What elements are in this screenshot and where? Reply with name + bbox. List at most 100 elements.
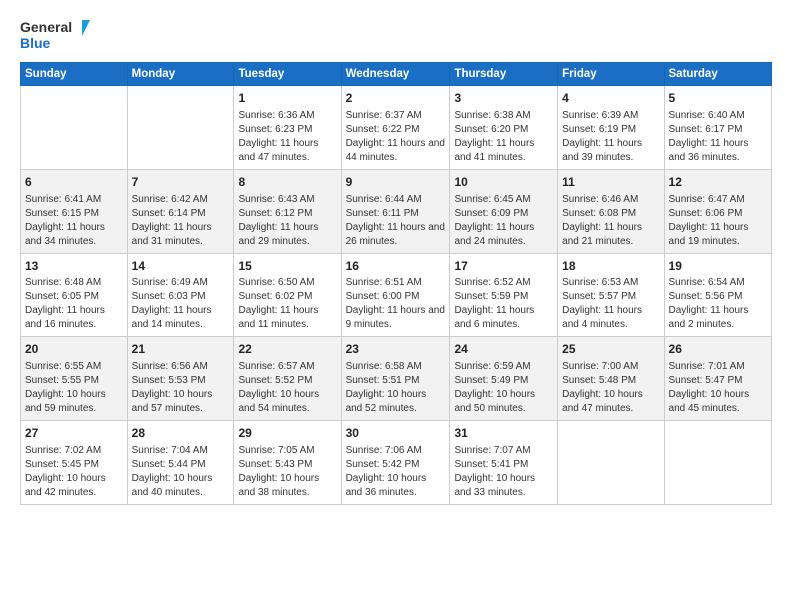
day-header-wednesday: Wednesday bbox=[341, 63, 450, 86]
day-info: Sunrise: 6:48 AM Sunset: 6:05 PM Dayligh… bbox=[25, 276, 123, 332]
day-info: Sunrise: 6:56 AM Sunset: 5:53 PM Dayligh… bbox=[132, 360, 230, 416]
calendar-cell: 16Sunrise: 6:51 AM Sunset: 6:00 PM Dayli… bbox=[341, 253, 450, 337]
day-number: 4 bbox=[562, 90, 659, 107]
calendar-cell: 18Sunrise: 6:53 AM Sunset: 5:57 PM Dayli… bbox=[558, 253, 664, 337]
day-header-friday: Friday bbox=[558, 63, 664, 86]
day-info: Sunrise: 6:47 AM Sunset: 6:06 PM Dayligh… bbox=[669, 193, 767, 249]
day-number: 20 bbox=[25, 341, 123, 358]
day-number: 12 bbox=[669, 174, 767, 191]
day-header-thursday: Thursday bbox=[450, 63, 558, 86]
calendar-week-2: 6Sunrise: 6:41 AM Sunset: 6:15 PM Daylig… bbox=[21, 169, 772, 253]
day-info: Sunrise: 6:53 AM Sunset: 5:57 PM Dayligh… bbox=[562, 276, 659, 332]
calendar-cell: 14Sunrise: 6:49 AM Sunset: 6:03 PM Dayli… bbox=[127, 253, 234, 337]
logo-svg: General Blue bbox=[20, 16, 90, 52]
day-info: Sunrise: 7:01 AM Sunset: 5:47 PM Dayligh… bbox=[669, 360, 767, 416]
calendar-cell: 29 Sunrise: 7:05 AM Sunset: 5:43 PM Dayli… bbox=[234, 421, 341, 505]
day-number: 30 bbox=[346, 425, 446, 442]
logo: General Blue bbox=[20, 16, 90, 52]
calendar-cell: 31 Sunrise: 7:07 AM Sunset: 5:41 PM Dayli… bbox=[450, 421, 558, 505]
day-number: 11 bbox=[562, 174, 659, 191]
day-number: 22 bbox=[238, 341, 336, 358]
day-number: 9 bbox=[346, 174, 446, 191]
calendar-cell: 26 Sunrise: 7:01 AM Sunset: 5:47 PM Dayli… bbox=[664, 337, 771, 421]
header: General Blue bbox=[20, 16, 772, 52]
calendar-cell: 12 Sunrise: 6:47 AM Sunset: 6:06 PM Dayli… bbox=[664, 169, 771, 253]
day-number: 13 bbox=[25, 258, 123, 275]
calendar-cell: 24 Sunrise: 6:59 AM Sunset: 5:49 PM Dayli… bbox=[450, 337, 558, 421]
day-info: Sunrise: 6:54 AM Sunset: 5:56 PM Dayligh… bbox=[669, 276, 767, 332]
day-number: 31 bbox=[454, 425, 553, 442]
calendar-cell: 8 Sunrise: 6:43 AM Sunset: 6:12 PM Daylig… bbox=[234, 169, 341, 253]
day-number: 28 bbox=[132, 425, 230, 442]
day-info: Sunrise: 7:02 AM Sunset: 5:45 PM Dayligh… bbox=[25, 444, 123, 500]
day-number: 24 bbox=[454, 341, 553, 358]
day-number: 18 bbox=[562, 258, 659, 275]
day-info: Sunrise: 6:51 AM Sunset: 6:00 PM Dayligh… bbox=[346, 276, 446, 332]
calendar-cell: 23 Sunrise: 6:58 AM Sunset: 5:51 PM Dayli… bbox=[341, 337, 450, 421]
day-info: Sunrise: 6:39 AM Sunset: 6:19 PM Dayligh… bbox=[562, 109, 659, 165]
calendar-cell: 1 Sunrise: 6:36 AM Sunset: 6:23 PM Daylig… bbox=[234, 86, 341, 170]
day-info: Sunrise: 6:36 AM Sunset: 6:23 PM Dayligh… bbox=[238, 109, 336, 165]
day-number: 16 bbox=[346, 258, 446, 275]
day-number: 2 bbox=[346, 90, 446, 107]
calendar-cell: 21 Sunrise: 6:56 AM Sunset: 5:53 PM Dayli… bbox=[127, 337, 234, 421]
page: General Blue SundayMondayTuesdayWednesda… bbox=[0, 0, 792, 612]
day-number: 26 bbox=[669, 341, 767, 358]
day-number: 5 bbox=[669, 90, 767, 107]
calendar-cell: 10Sunrise: 6:45 AM Sunset: 6:09 PM Dayli… bbox=[450, 169, 558, 253]
day-info: Sunrise: 6:43 AM Sunset: 6:12 PM Dayligh… bbox=[238, 193, 336, 249]
day-number: 25 bbox=[562, 341, 659, 358]
day-number: 29 bbox=[238, 425, 336, 442]
day-info: Sunrise: 7:05 AM Sunset: 5:43 PM Dayligh… bbox=[238, 444, 336, 500]
calendar-cell: 20 Sunrise: 6:55 AM Sunset: 5:55 PM Dayli… bbox=[21, 337, 128, 421]
svg-text:General: General bbox=[20, 19, 72, 35]
day-info: Sunrise: 6:55 AM Sunset: 5:55 PM Dayligh… bbox=[25, 360, 123, 416]
calendar-cell: 4 Sunrise: 6:39 AM Sunset: 6:19 PM Daylig… bbox=[558, 86, 664, 170]
calendar-week-4: 20 Sunrise: 6:55 AM Sunset: 5:55 PM Dayli… bbox=[21, 337, 772, 421]
day-header-sunday: Sunday bbox=[21, 63, 128, 86]
calendar-week-1: 1 Sunrise: 6:36 AM Sunset: 6:23 PM Daylig… bbox=[21, 86, 772, 170]
calendar-cell: 2 Sunrise: 6:37 AM Sunset: 6:22 PM Daylig… bbox=[341, 86, 450, 170]
day-number: 3 bbox=[454, 90, 553, 107]
calendar-cell bbox=[558, 421, 664, 505]
day-number: 1 bbox=[238, 90, 336, 107]
calendar-header-row: SundayMondayTuesdayWednesdayThursdayFrid… bbox=[21, 63, 772, 86]
svg-text:Blue: Blue bbox=[20, 35, 51, 51]
calendar-cell bbox=[664, 421, 771, 505]
day-info: Sunrise: 6:38 AM Sunset: 6:20 PM Dayligh… bbox=[454, 109, 553, 165]
day-number: 27 bbox=[25, 425, 123, 442]
calendar-week-3: 13Sunrise: 6:48 AM Sunset: 6:05 PM Dayli… bbox=[21, 253, 772, 337]
day-info: Sunrise: 6:42 AM Sunset: 6:14 PM Dayligh… bbox=[132, 193, 230, 249]
day-info: Sunrise: 6:46 AM Sunset: 6:08 PM Dayligh… bbox=[562, 193, 659, 249]
day-header-saturday: Saturday bbox=[664, 63, 771, 86]
day-number: 14 bbox=[132, 258, 230, 275]
day-info: Sunrise: 6:59 AM Sunset: 5:49 PM Dayligh… bbox=[454, 360, 553, 416]
calendar-cell: 22 Sunrise: 6:57 AM Sunset: 5:52 PM Dayli… bbox=[234, 337, 341, 421]
calendar-cell: 27 Sunrise: 7:02 AM Sunset: 5:45 PM Dayli… bbox=[21, 421, 128, 505]
day-number: 15 bbox=[238, 258, 336, 275]
day-number: 8 bbox=[238, 174, 336, 191]
calendar-cell: 9Sunrise: 6:44 AM Sunset: 6:11 PM Daylig… bbox=[341, 169, 450, 253]
day-number: 7 bbox=[132, 174, 230, 191]
calendar-cell: 25Sunrise: 7:00 AM Sunset: 5:48 PM Dayli… bbox=[558, 337, 664, 421]
day-info: Sunrise: 6:37 AM Sunset: 6:22 PM Dayligh… bbox=[346, 109, 446, 165]
calendar-cell: 19Sunrise: 6:54 AM Sunset: 5:56 PM Dayli… bbox=[664, 253, 771, 337]
calendar-cell: 13Sunrise: 6:48 AM Sunset: 6:05 PM Dayli… bbox=[21, 253, 128, 337]
day-number: 17 bbox=[454, 258, 553, 275]
day-info: Sunrise: 6:57 AM Sunset: 5:52 PM Dayligh… bbox=[238, 360, 336, 416]
day-number: 23 bbox=[346, 341, 446, 358]
day-info: Sunrise: 7:07 AM Sunset: 5:41 PM Dayligh… bbox=[454, 444, 553, 500]
day-info: Sunrise: 6:58 AM Sunset: 5:51 PM Dayligh… bbox=[346, 360, 446, 416]
day-info: Sunrise: 6:45 AM Sunset: 6:09 PM Dayligh… bbox=[454, 193, 553, 249]
day-number: 21 bbox=[132, 341, 230, 358]
day-number: 6 bbox=[25, 174, 123, 191]
day-info: Sunrise: 6:49 AM Sunset: 6:03 PM Dayligh… bbox=[132, 276, 230, 332]
calendar-cell bbox=[21, 86, 128, 170]
calendar-cell bbox=[127, 86, 234, 170]
calendar-cell: 11 Sunrise: 6:46 AM Sunset: 6:08 PM Dayli… bbox=[558, 169, 664, 253]
calendar-week-5: 27 Sunrise: 7:02 AM Sunset: 5:45 PM Dayli… bbox=[21, 421, 772, 505]
calendar-cell: 7 Sunrise: 6:42 AM Sunset: 6:14 PM Daylig… bbox=[127, 169, 234, 253]
day-info: Sunrise: 7:04 AM Sunset: 5:44 PM Dayligh… bbox=[132, 444, 230, 500]
day-header-monday: Monday bbox=[127, 63, 234, 86]
calendar-cell: 15Sunrise: 6:50 AM Sunset: 6:02 PM Dayli… bbox=[234, 253, 341, 337]
